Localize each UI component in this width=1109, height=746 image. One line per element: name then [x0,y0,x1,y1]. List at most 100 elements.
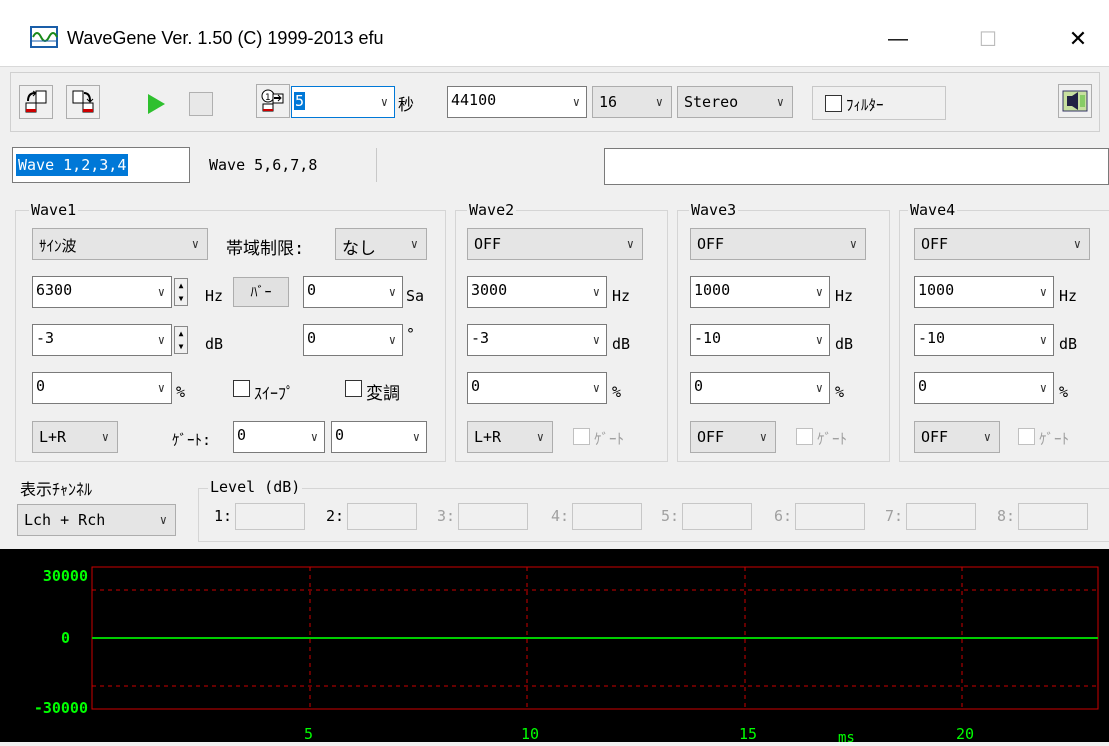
wave2-output-select[interactable]: L+R ∨ [467,421,553,453]
wave4-level-select[interactable]: -10 ∨ [914,324,1054,356]
wave2-gate-checkbox[interactable] [573,428,590,445]
chevron-down-icon: ∨ [776,95,784,109]
level-meter-box [906,503,976,530]
level-meter-box [458,503,528,530]
chevron-down-icon: ∨ [1039,285,1047,299]
display-channel-select[interactable]: Lch + Rch ∨ [17,504,176,536]
wave4-duty-select[interactable]: 0 ∨ [914,372,1054,404]
wave1-label: Wave1 [29,201,79,219]
gate-select-1[interactable]: 0 ∨ [233,421,325,453]
wave3-frequency-select[interactable]: 1000 ∨ [690,276,830,308]
chevron-down-icon: ∨ [983,430,991,444]
chevron-down-icon: ∨ [572,95,580,109]
wave2-duty-select[interactable]: 0 ∨ [467,372,607,404]
band-limit-select[interactable]: なし ∨ [335,228,427,260]
load-settings-button[interactable] [19,85,53,119]
close-button[interactable]: ✕ [1055,18,1101,60]
chevron-down-icon: ∨ [388,333,396,347]
wave1-duty-select[interactable]: 0 ∨ [32,372,172,404]
wave2-label: Wave2 [467,201,517,219]
wave1-frequency-spinner[interactable]: ▲ ▼ [174,278,188,306]
modulation-checkbox[interactable] [345,380,362,397]
record-file-button[interactable]: 1 [256,84,290,118]
gate-label: ｹﾞｰﾄ: [172,431,212,449]
wave1-output-select[interactable]: L+R ∨ [32,421,118,453]
wave1-sa-select[interactable]: 0 ∨ [303,276,403,308]
level-meter-box [347,503,417,530]
load-icon [25,90,47,113]
channels-select[interactable]: Stereo ∨ [677,86,793,118]
wave4-waveform-select[interactable]: OFF ∨ [914,228,1090,260]
wave2-frequency-select[interactable]: 3000 ∨ [467,276,607,308]
level-channel-label: 7: [885,507,904,525]
wave1-phase-select[interactable]: 0 ∨ [303,324,403,356]
chevron-down-icon: ∨ [626,237,634,251]
chevron-down-icon: ∨ [849,237,857,251]
audio-device-button[interactable] [1058,84,1092,118]
filter-checkbox[interactable] [825,95,842,112]
chevron-down-icon: ∨ [592,285,600,299]
wave1-level-select[interactable]: -3 ∨ [32,324,172,356]
level-meter-box [795,503,865,530]
wav-file-icon: 1 [261,89,284,112]
wave3-duty-unit: % [835,383,845,401]
level-channel-label: 6: [774,507,793,525]
app-icon [30,26,58,48]
stop-button[interactable] [184,86,218,122]
wave4-output-select[interactable]: OFF ∨ [914,421,1000,453]
wave1-duty-unit: % [176,383,186,401]
level-meter-label: Level (dB) [208,478,303,496]
sweep-label: ｽｲｰﾌﾟ [254,384,295,403]
level-channel-label: 5: [661,507,680,525]
title-bar: WaveGene Ver. 1.50 (C) 1999-2013 efu — ☐… [0,0,1109,67]
tab-wave-1-4[interactable]: Wave 1,2,3,4 [12,147,190,183]
x-axis-tick-label: 10 [521,725,539,742]
burst-button[interactable]: ﾊﾞｰ [233,277,289,307]
chevron-down-icon: ∨ [157,285,165,299]
minimize-button[interactable]: — [875,18,921,60]
filter-checkbox-group[interactable]: ﾌｨﾙﾀｰ [812,86,946,120]
wave4-gate-checkbox[interactable] [1018,428,1035,445]
status-field [604,148,1109,185]
duration-select[interactable]: 5 ∨ [291,86,395,118]
wave4-label: Wave4 [908,201,958,219]
level-meter-box [682,503,752,530]
sweep-checkbox[interactable] [233,380,250,397]
wave1-level-unit: dB [205,335,224,353]
svg-text:1: 1 [265,93,271,103]
wave3-gate-checkbox[interactable] [796,428,813,445]
chevron-down-icon: ∨ [592,381,600,395]
wave3-duty-select[interactable]: 0 ∨ [690,372,830,404]
gate-select-2[interactable]: 0 ∨ [331,421,427,453]
wave2-waveform-select[interactable]: OFF ∨ [467,228,643,260]
level-channel-label: 3: [437,507,456,525]
wave2-frequency-unit: Hz [612,287,631,305]
x-axis-tick-label: 15 [739,725,757,742]
maximize-button[interactable]: ☐ [965,18,1011,60]
chevron-down-icon: ∨ [410,237,418,251]
wave3-label: Wave3 [689,201,739,219]
wave4-gate-label: ｹﾞｰﾄ [1039,430,1070,448]
wave1-waveform-select[interactable]: ｻｲﾝ波 ∨ [32,228,208,260]
wave2-level-unit: dB [612,335,631,353]
chevron-down-icon: ∨ [815,333,823,347]
chevron-down-icon: ∨ [191,237,199,251]
wave3-output-select[interactable]: OFF ∨ [690,421,776,453]
tab-wave-5-8[interactable]: Wave 5,6,7,8 [193,148,377,182]
play-button[interactable] [141,88,171,120]
wave1-sa-unit: Sa [406,287,425,305]
wave4-frequency-select[interactable]: 1000 ∨ [914,276,1054,308]
wave2-duty-unit: % [612,383,622,401]
wave1-frequency-select[interactable]: 6300 ∨ [32,276,172,308]
bit-depth-select[interactable]: 16 ∨ [592,86,672,118]
save-icon [72,90,94,113]
wave3-level-select[interactable]: -10 ∨ [690,324,830,356]
wave2-level-select[interactable]: -3 ∨ [467,324,607,356]
wave3-waveform-select[interactable]: OFF ∨ [690,228,866,260]
chevron-down-icon: ∨ [815,285,823,299]
sample-rate-select[interactable]: 44100 ∨ [447,86,587,118]
save-settings-button[interactable] [66,85,100,119]
band-limit-label: 帯域制限: [226,239,305,259]
x-axis-tick-label: 20 [956,725,974,742]
wave1-level-spinner[interactable]: ▲ ▼ [174,326,188,354]
